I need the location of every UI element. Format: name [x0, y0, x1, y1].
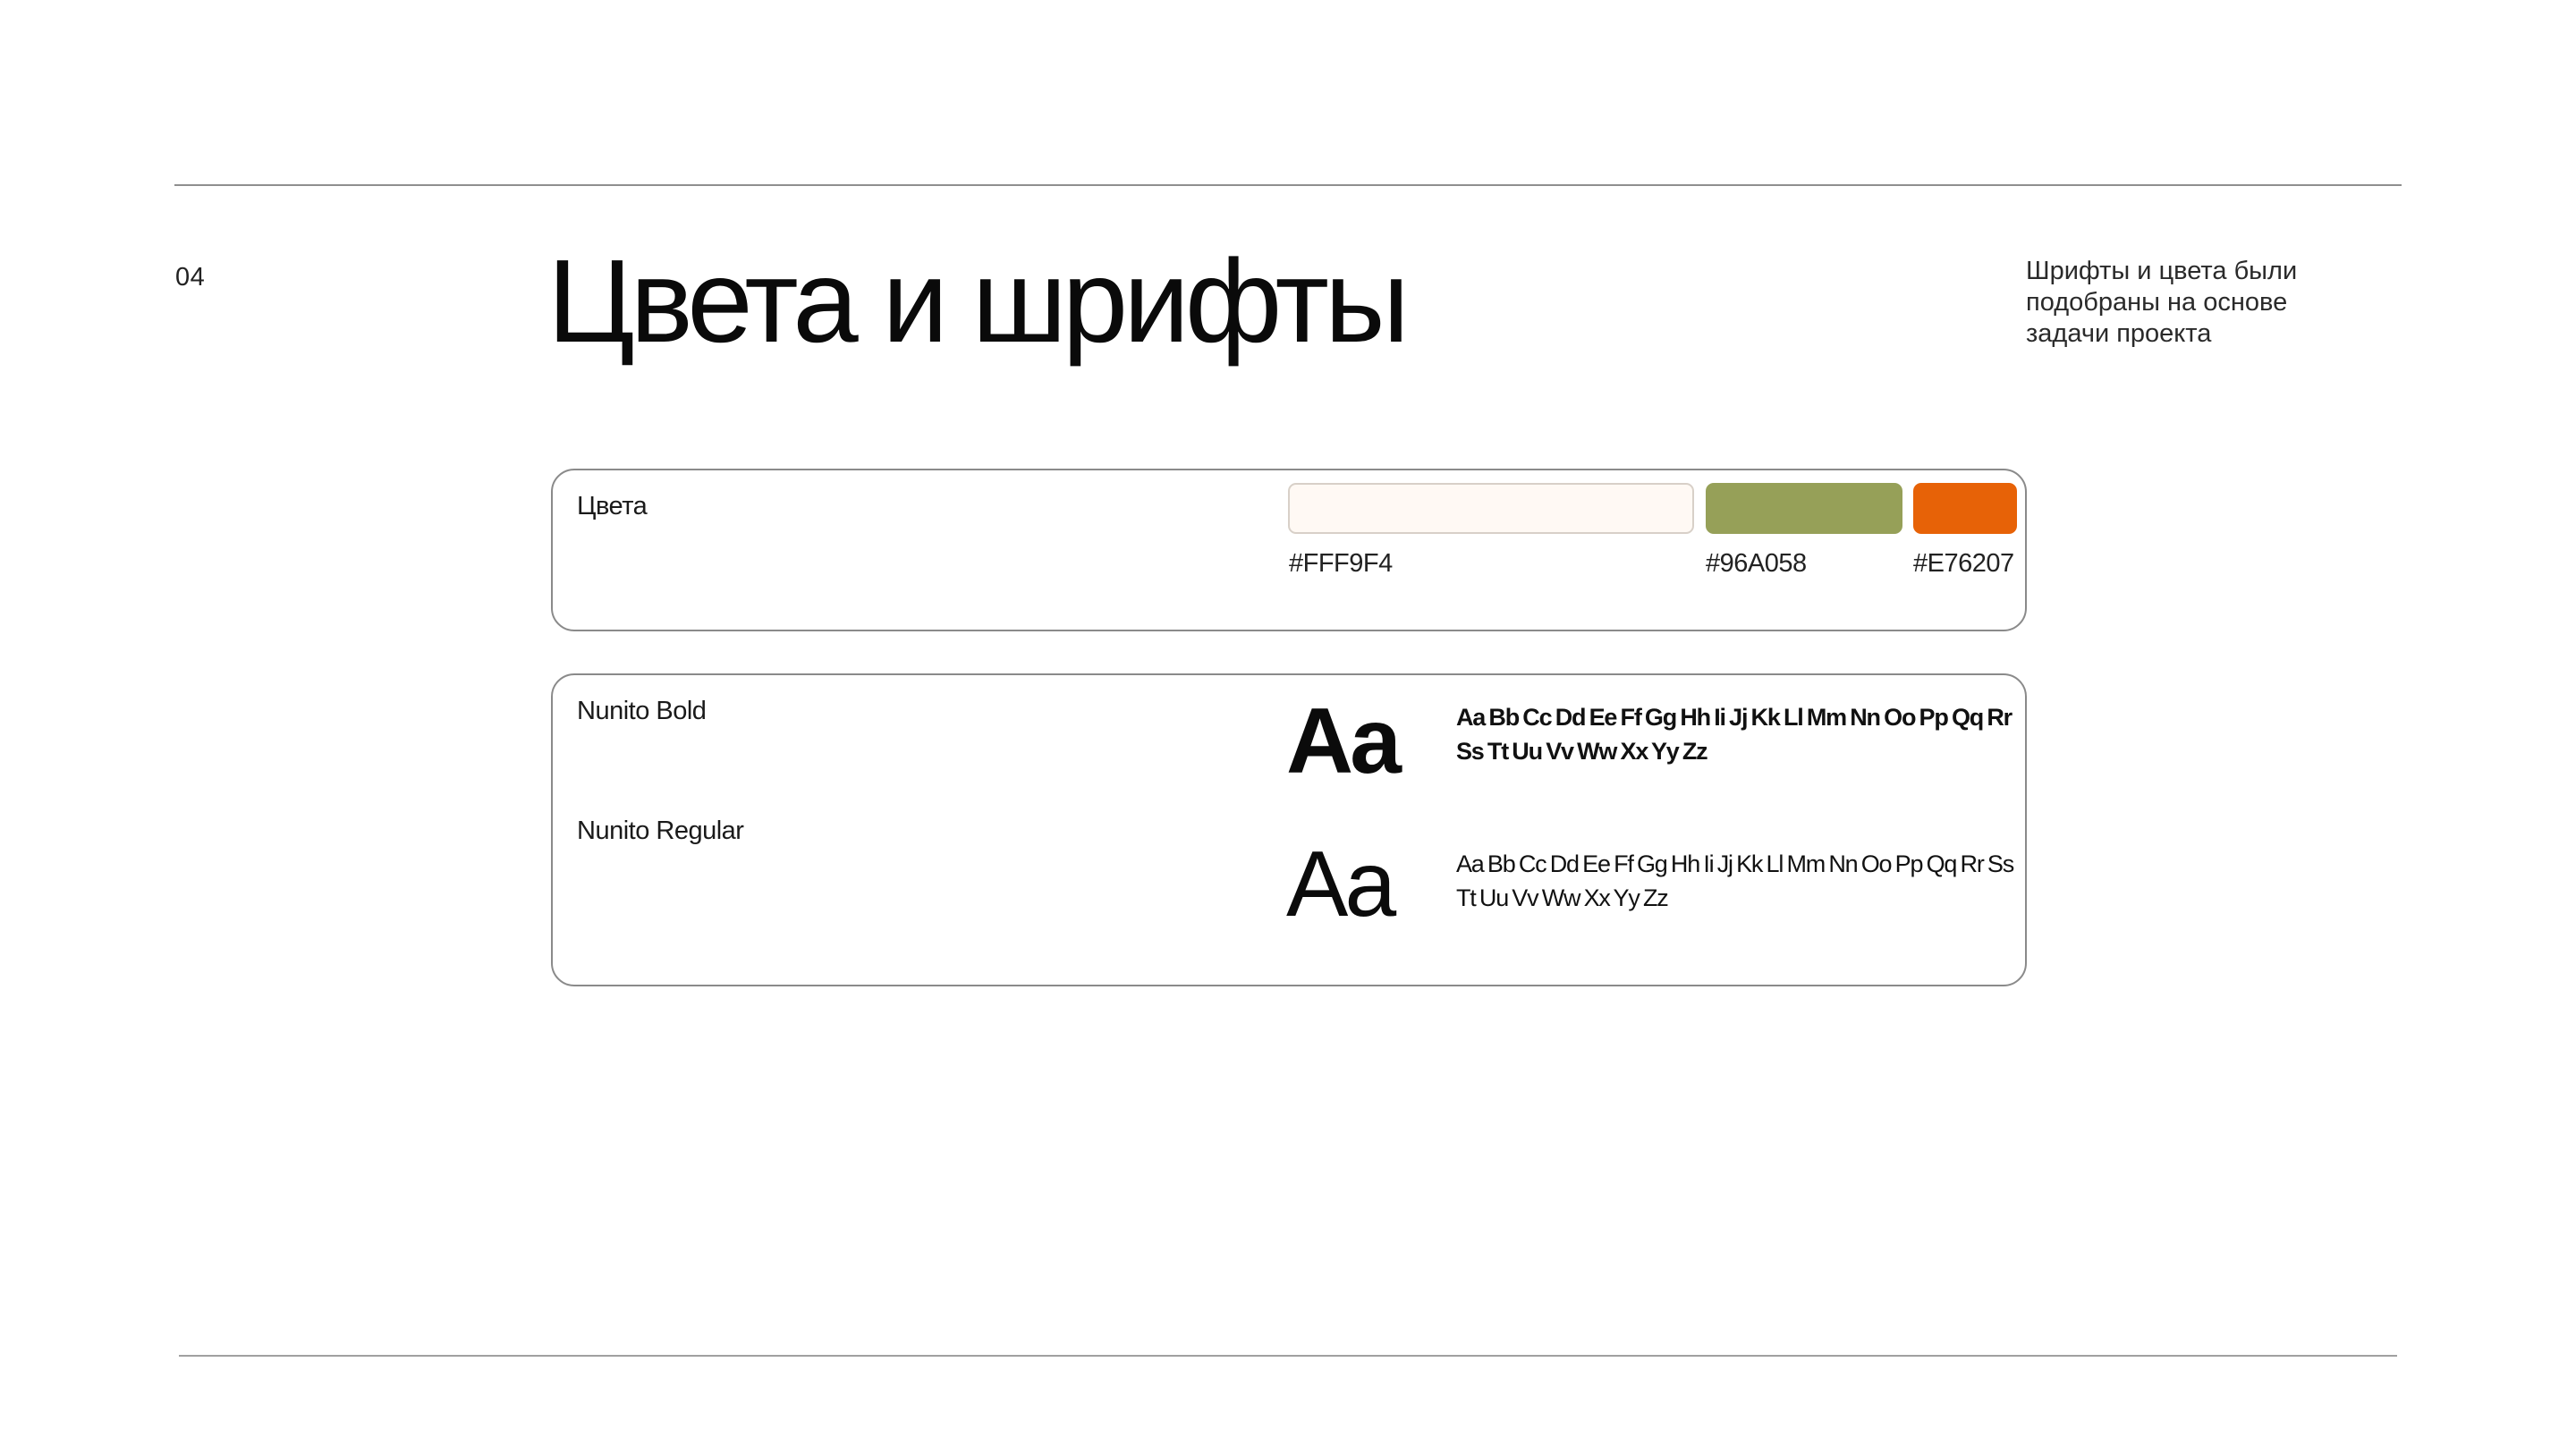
page-note: Шрифты и цвета были подобраны на основе … [2026, 257, 2298, 348]
swatch-orange-hex: #E76207 [1913, 549, 2014, 578]
page-number: 04 [175, 263, 206, 292]
page-title: Цвета и шрифты [547, 235, 1410, 367]
swatch-cream-hex: #FFF9F4 [1289, 549, 1393, 578]
font-regular-alphabet: Aa Bb Cc Dd Ee Ff Gg Hh Ii Jj Kk Ll Mm N… [1456, 850, 2014, 911]
font-bold-name: Nunito Bold [577, 697, 707, 725]
top-divider [174, 184, 2402, 186]
bottom-divider [179, 1355, 2397, 1357]
fonts-card: Nunito Bold Aa Aa Bb Cc Dd Ee Ff Gg Hh I… [551, 673, 2027, 986]
font-regular-glyph: Aa [1286, 833, 1396, 936]
swatch-olive [1706, 483, 1902, 534]
font-bold-alphabet: Aa Bb Cc Dd Ee Ff Gg Hh Ii Jj Kk Ll Mm N… [1456, 704, 2012, 765]
swatch-cream [1288, 483, 1694, 534]
colors-label: Цвета [577, 492, 648, 520]
swatch-orange [1913, 483, 2017, 534]
colors-card: Цвета #FFF9F4 #96A058 #E76207 [551, 469, 2027, 631]
font-bold-glyph: Aa [1286, 690, 1402, 793]
swatch-olive-hex: #96A058 [1706, 549, 1807, 578]
font-regular-name: Nunito Regular [577, 817, 744, 845]
